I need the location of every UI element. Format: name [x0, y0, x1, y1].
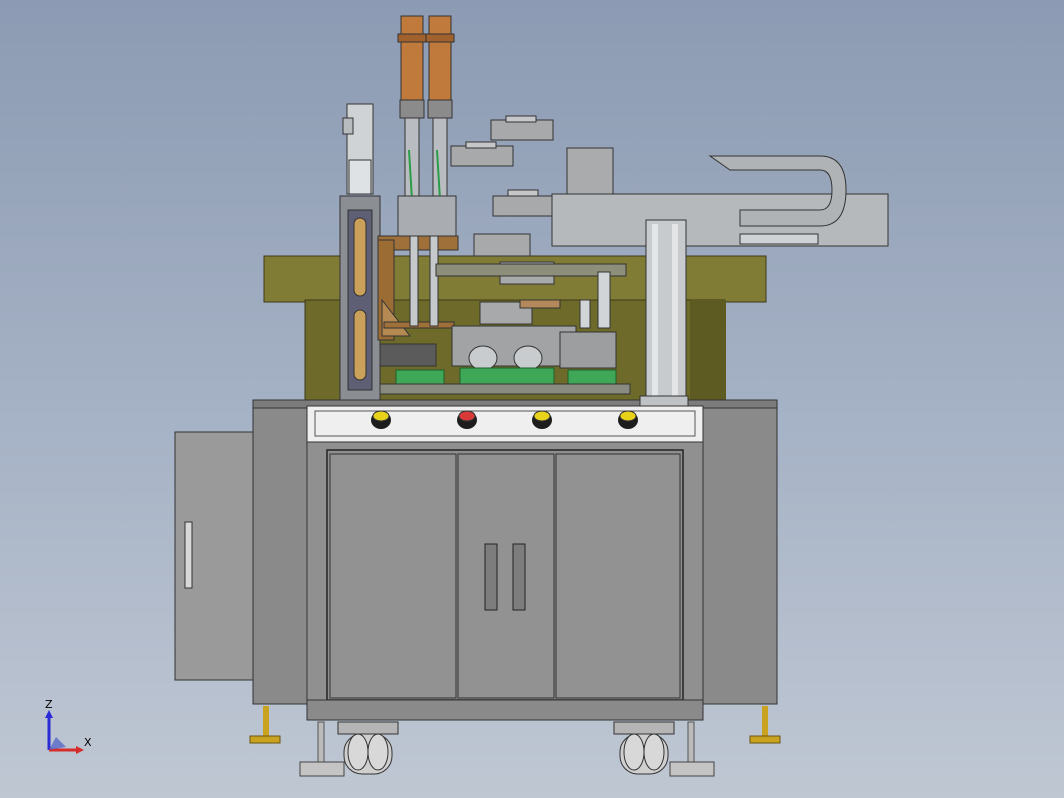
- yellow-push-button-3[interactable]: [618, 410, 638, 429]
- x-axis-label: X: [84, 736, 92, 749]
- caster-wheels: [337, 721, 675, 775]
- coordinate-triad: Z X: [45, 698, 92, 754]
- door-handle-right: [512, 543, 526, 611]
- red-emergency-button[interactable]: [457, 410, 477, 429]
- door-handle-left: [484, 543, 498, 611]
- cad-viewport[interactable]: Z X: [0, 0, 1064, 798]
- side-electrical-cabinet: [174, 431, 256, 681]
- yellow-push-button-1[interactable]: [371, 410, 391, 429]
- z-axis-label: Z: [45, 698, 53, 711]
- control-panel: [306, 405, 704, 443]
- machine-assembly-model: Z X: [45, 15, 889, 777]
- cabinet-doors: [306, 449, 704, 721]
- yellow-push-button-2[interactable]: [532, 410, 552, 429]
- left-lift-column: [339, 103, 381, 401]
